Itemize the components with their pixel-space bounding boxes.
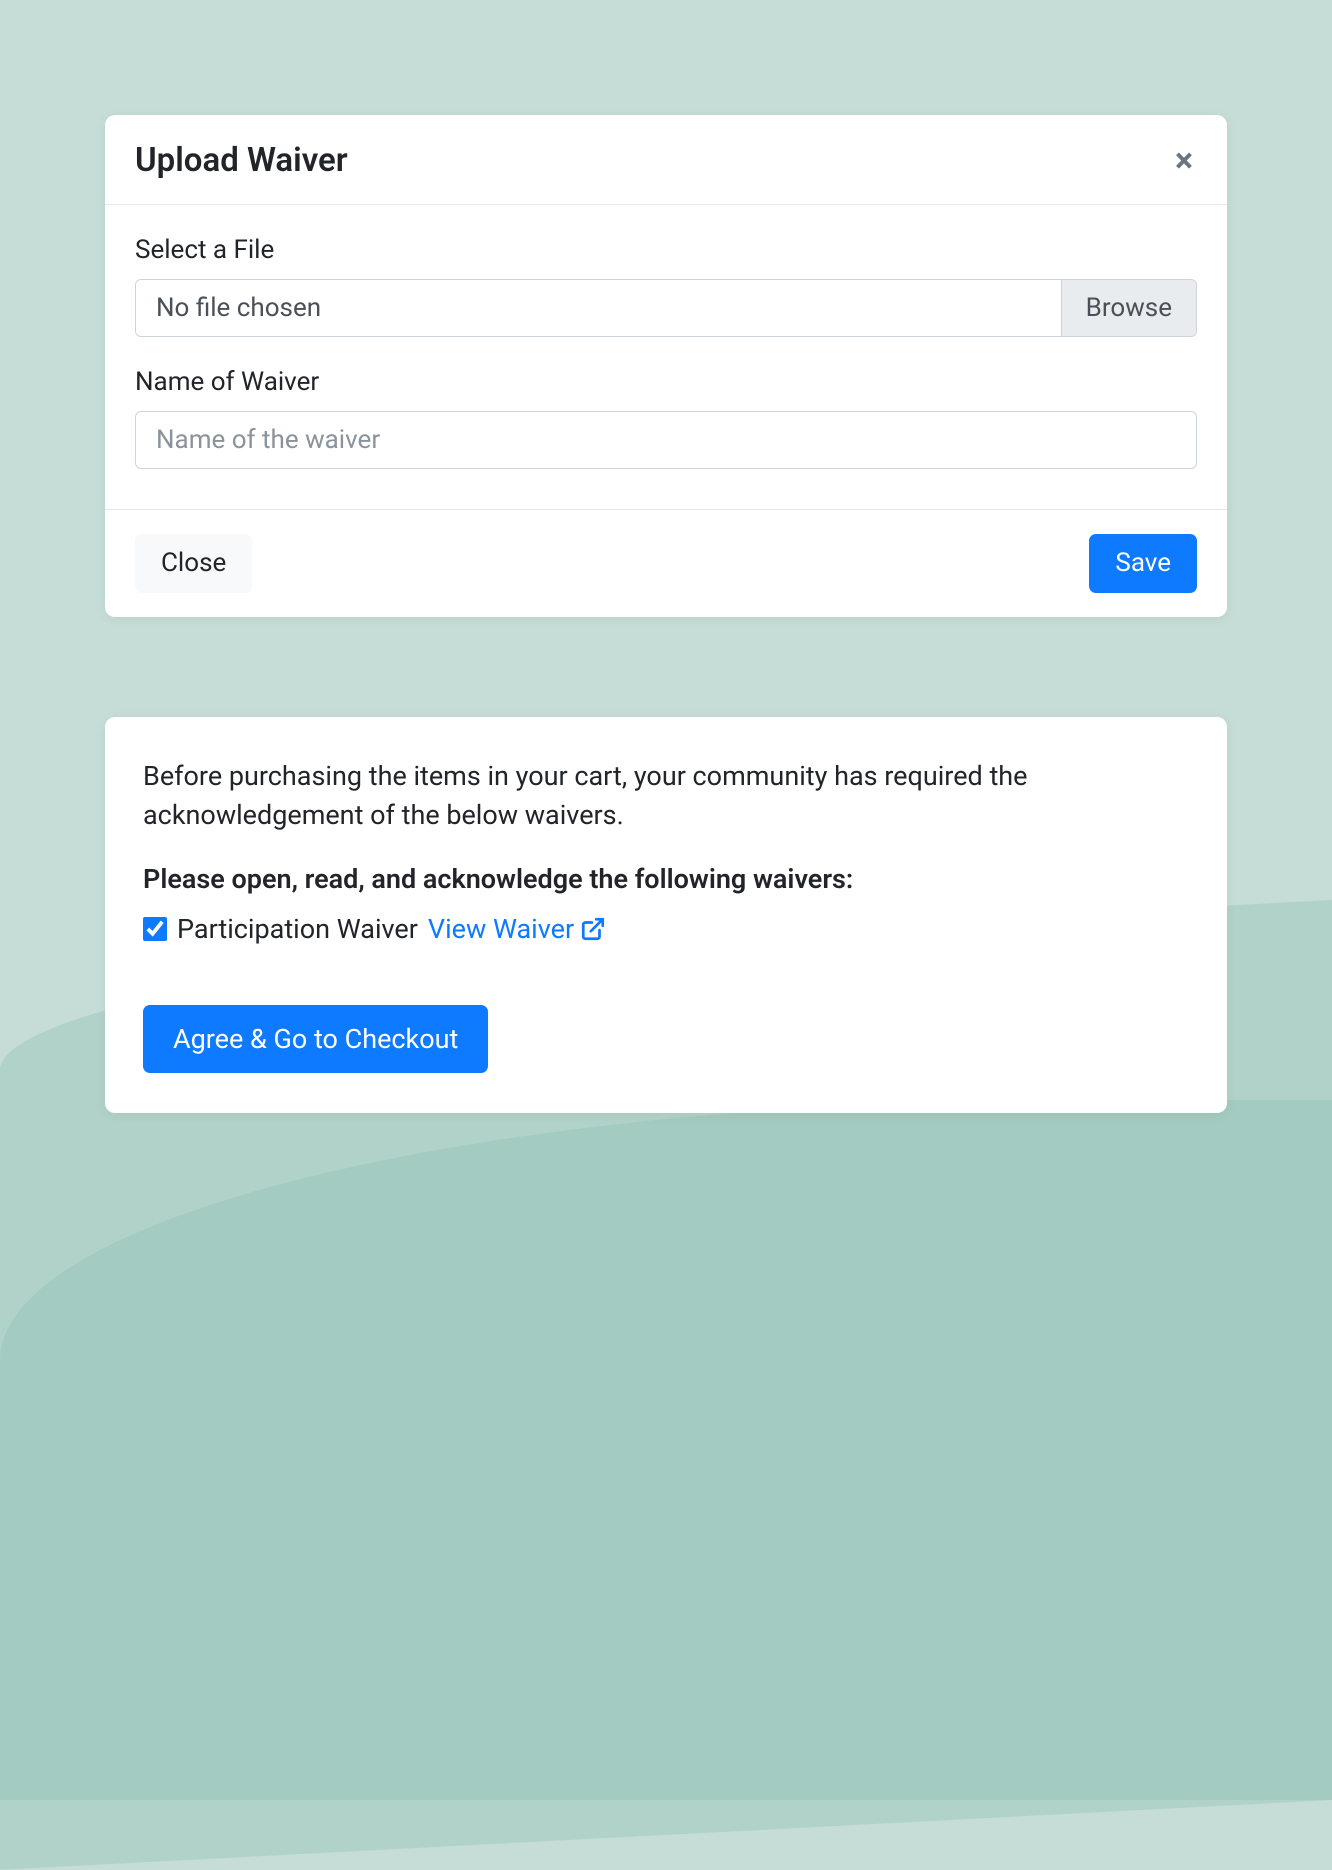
modal-body: Select a File No file chosen Browse Name…	[105, 205, 1227, 509]
file-input-placeholder: No file chosen	[136, 280, 1061, 336]
modal-title: Upload Waiver	[135, 141, 348, 180]
view-waiver-link[interactable]: View Waiver	[428, 913, 606, 945]
external-link-icon	[580, 916, 606, 942]
waiver-prompt-text: Please open, read, and acknowledge the f…	[143, 863, 1189, 895]
browse-button[interactable]: Browse	[1061, 280, 1196, 336]
file-input[interactable]: No file chosen Browse	[135, 279, 1197, 337]
waiver-name-group: Name of Waiver	[135, 367, 1197, 469]
upload-waiver-modal: Upload Waiver × Select a File No file ch…	[105, 115, 1227, 617]
waiver-list-item: Participation Waiver View Waiver	[143, 913, 1189, 945]
view-waiver-link-label: View Waiver	[428, 913, 574, 945]
file-select-group: Select a File No file chosen Browse	[135, 235, 1197, 337]
file-select-label: Select a File	[135, 235, 1197, 265]
modal-header: Upload Waiver ×	[105, 115, 1227, 205]
save-button[interactable]: Save	[1089, 534, 1197, 593]
close-button[interactable]: Close	[135, 534, 252, 593]
waiver-item-name: Participation Waiver	[177, 913, 418, 945]
waiver-acknowledgement-card: Before purchasing the items in your cart…	[105, 717, 1227, 1113]
close-icon[interactable]: ×	[1171, 144, 1197, 178]
waiver-name-input[interactable]	[135, 411, 1197, 469]
agree-checkout-button[interactable]: Agree & Go to Checkout	[143, 1005, 488, 1073]
waiver-intro-text: Before purchasing the items in your cart…	[143, 757, 1189, 835]
waiver-name-label: Name of Waiver	[135, 367, 1197, 397]
modal-footer: Close Save	[105, 509, 1227, 617]
waiver-checkbox[interactable]	[143, 917, 167, 941]
